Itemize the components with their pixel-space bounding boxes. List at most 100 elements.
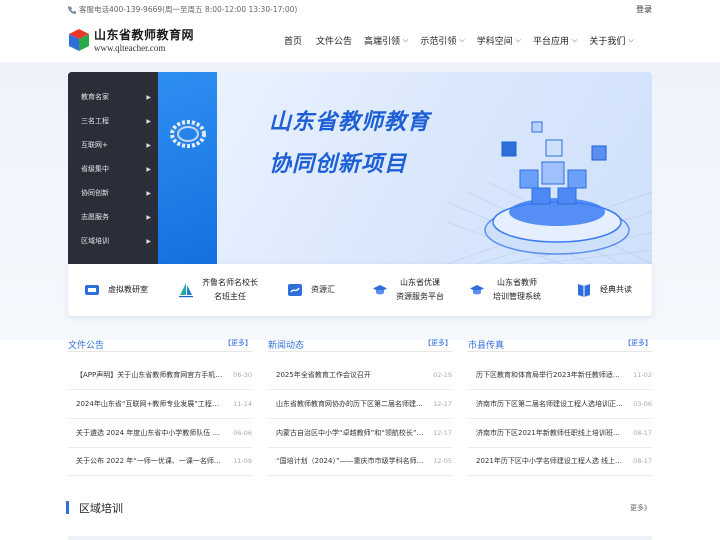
- service-label-line2: 培训管理系统: [493, 292, 541, 301]
- sidebar-item-label: 省级集中: [81, 165, 109, 173]
- section-accent-bar: [66, 501, 69, 514]
- nav-label: 平台应用: [533, 37, 570, 47]
- sidebar-blue-panel: [158, 72, 217, 264]
- service-resources[interactable]: 资源汇: [287, 264, 335, 316]
- sidebar-item-label: 互联网+: [81, 141, 108, 149]
- service-phone: 客服电话400-139-9669(周一至周五 8:00-12:00 13:30-…: [68, 4, 297, 15]
- more-link[interactable]: 【更多】: [424, 338, 452, 348]
- sidebar-item-three-famous[interactable]: 三名工程 ▶: [81, 115, 151, 127]
- service-label-line2: 名班主任: [214, 292, 246, 301]
- column-header: 新闻动态 【更多】: [268, 334, 452, 352]
- news-title: 2021年历下区中小学名师建设工程人选 线上培...: [476, 457, 624, 465]
- chevron-down-icon: ⌵: [403, 36, 409, 44]
- service-shortcuts: 虚拟教研室 齐鲁名师名校长 名班主任 资源汇 山东省优课 资源服务平台 山东省教…: [68, 264, 652, 316]
- sidebar-item-provincial[interactable]: 省级集中 ▶: [81, 163, 151, 175]
- chevron-down-icon: ⌵: [459, 36, 465, 44]
- film-reel-decoration: [170, 120, 206, 148]
- news-date: 11-14: [233, 400, 252, 408]
- news-row[interactable]: 2024年山东省“互联网+教师专业发展”工程市级... 11-14: [68, 390, 252, 419]
- site-logo[interactable]: 山东省教师教育网 www.qlteacher.com: [68, 26, 194, 53]
- nav-label: 关于我们: [589, 37, 626, 47]
- news-row[interactable]: 历下区教育和体育局举行2023年新任教师适应... 11-02: [468, 361, 652, 390]
- news-row[interactable]: 关于遴选 2024 年度山东省中小学教师队伍 素... 06-06: [68, 419, 252, 448]
- news-title: 2024年山东省“互联网+教师专业发展”工程市级...: [76, 400, 224, 408]
- service-label: 山东省优课: [400, 278, 440, 287]
- column-header: 文件公告 【更多】: [68, 334, 252, 352]
- resource-icon: [288, 284, 302, 296]
- news-row[interactable]: 山东省教师教育网协办的历下区第二届名师建... 12-17: [268, 390, 452, 419]
- service-quality-courses[interactable]: 山东省优课 资源服务平台: [372, 264, 444, 316]
- nav-label: 学科空间: [476, 37, 513, 47]
- nav-item-home[interactable]: 首页: [284, 34, 302, 47]
- hero-banner[interactable]: 山东省教师教育 协同创新项目: [217, 72, 652, 264]
- caret-right-icon: ▶: [146, 237, 151, 245]
- login-link[interactable]: 登录: [636, 4, 652, 15]
- news-row[interactable]: 济南市历下区第二届名师建设工程人选培训正... 03-06: [468, 390, 652, 419]
- news-title: 历下区教育和体育局举行2023年新任教师适应...: [476, 371, 624, 379]
- logo-url: www.qlteacher.com: [94, 43, 166, 53]
- hero-title-line1: 山东省教师教育: [269, 110, 431, 135]
- column-title: 文件公告: [68, 341, 105, 351]
- sidebar-item-label: 协同创新: [81, 189, 109, 197]
- service-label-line2: 资源服务平台: [396, 292, 444, 301]
- news-row[interactable]: “国培计划（2024）”——重庆市市级学科名师... 12-05: [268, 447, 452, 476]
- more-link[interactable]: 更多》: [630, 503, 651, 513]
- header: 山东省教师教育网 www.qlteacher.com 首页 文件公告 高端引领 …: [0, 20, 720, 62]
- nav-item-high-end[interactable]: 高端引领 ⌵: [364, 34, 408, 47]
- top-bar: 客服电话400-139-9669(周一至周五 8:00-12:00 13:30-…: [0, 0, 720, 20]
- caret-right-icon: ▶: [146, 93, 151, 101]
- city-county-column: 市县传真 【更多】 历下区教育和体育局举行2023年新任教师适应... 11-0…: [468, 334, 652, 476]
- news-row[interactable]: 济南市历下区2021年新教师任职线上培训班顺... 08-17: [468, 419, 652, 448]
- column-title: 市县传真: [468, 341, 505, 351]
- chevron-down-icon: ⌵: [628, 36, 634, 44]
- news-date: 06-06: [233, 429, 252, 437]
- sidebar-item-label: 教育名家: [81, 93, 109, 101]
- news-row[interactable]: 【APP声明】关于山东省教师教育网官方手机客... 06-30: [68, 361, 252, 390]
- news-row[interactable]: 2025年全省教育工作会议召开 02-19: [268, 361, 452, 390]
- news-row[interactable]: 关于公布 2022 年“一师一优课、一课一名师”活... 11-09: [68, 447, 252, 476]
- news-title: 关于公布 2022 年“一师一优课、一课一名师”活...: [76, 457, 224, 465]
- nav-item-notices[interactable]: 文件公告: [316, 34, 352, 47]
- chevron-down-icon: ⌵: [515, 36, 522, 44]
- sidebar-item-regional[interactable]: 区域培训 ▶: [81, 235, 151, 247]
- news-date: 08-17: [633, 457, 652, 465]
- sidebar-item-label: 区域培训: [81, 237, 109, 245]
- cube-platform-illustration: [484, 121, 630, 255]
- more-link[interactable]: 【更多】: [624, 338, 652, 348]
- sidebar-item-collaboration[interactable]: 协同创新 ▶: [81, 187, 151, 199]
- news-row[interactable]: 内蒙古自治区中小学“卓越教师”和“领航校长”培... 12-17: [268, 419, 452, 448]
- news-title: 山东省教师教育网协办的历下区第二届名师建...: [276, 400, 423, 408]
- sidebar-item-internet-plus[interactable]: 互联网+ ▶: [81, 139, 151, 151]
- service-classic-reading[interactable]: 经典共读: [576, 264, 632, 316]
- service-label: 虚拟教研室: [108, 285, 148, 294]
- virtual-lab-icon: [85, 285, 99, 295]
- service-training-system[interactable]: 山东省教师 培训管理系统: [469, 264, 541, 316]
- news-date: 12-17: [433, 400, 452, 408]
- sidebar-item-volunteer[interactable]: 志愿服务 ▶: [81, 211, 151, 223]
- news-date: 03-06: [633, 400, 652, 408]
- service-virtual-lab[interactable]: 虚拟教研室: [84, 264, 148, 316]
- category-sidebar: 教育名家 ▶ 三名工程 ▶ 互联网+ ▶ 省级集中 ▶ 协同创新 ▶ 志愿服务 …: [68, 72, 217, 264]
- nav-label: 文件公告: [316, 37, 353, 47]
- news-date: 11-09: [233, 457, 252, 465]
- service-label: 齐鲁名师名校长: [202, 278, 258, 287]
- logo-cube-icon: [68, 28, 90, 52]
- more-link[interactable]: 【更多】: [224, 338, 252, 348]
- service-label: 资源汇: [311, 285, 335, 294]
- notices-column: 文件公告 【更多】 【APP声明】关于山东省教师教育网官方手机客... 06-3…: [68, 334, 252, 476]
- nav-item-platform[interactable]: 平台应用 ⌵: [533, 34, 577, 47]
- service-phone-text: 客服电话400-139-9669(周一至周五 8:00-12:00 13:30-…: [79, 5, 298, 14]
- news-date: 11-02: [633, 371, 652, 379]
- news-row[interactable]: 2021年历下区中小学名师建设工程人选 线上培... 08-17: [468, 447, 652, 476]
- service-famous-teachers[interactable]: 齐鲁名师名校长 名班主任: [178, 264, 258, 316]
- nav-item-about[interactable]: 关于我们 ⌵: [589, 34, 633, 47]
- sail-icon: [179, 283, 193, 298]
- sidebar-item-education-masters[interactable]: 教育名家 ▶: [81, 91, 151, 103]
- news-date: 12-17: [433, 429, 452, 437]
- news-date: 02-19: [433, 371, 452, 379]
- nav-label: 高端引领: [364, 37, 401, 47]
- section-title: 区域培训: [79, 502, 123, 515]
- nav-item-subject-space[interactable]: 学科空间 ⌵: [477, 34, 521, 47]
- news-column: 新闻动态 【更多】 2025年全省教育工作会议召开 02-19 山东省教师教育网…: [268, 334, 452, 476]
- nav-item-demo[interactable]: 示范引领 ⌵: [420, 34, 464, 47]
